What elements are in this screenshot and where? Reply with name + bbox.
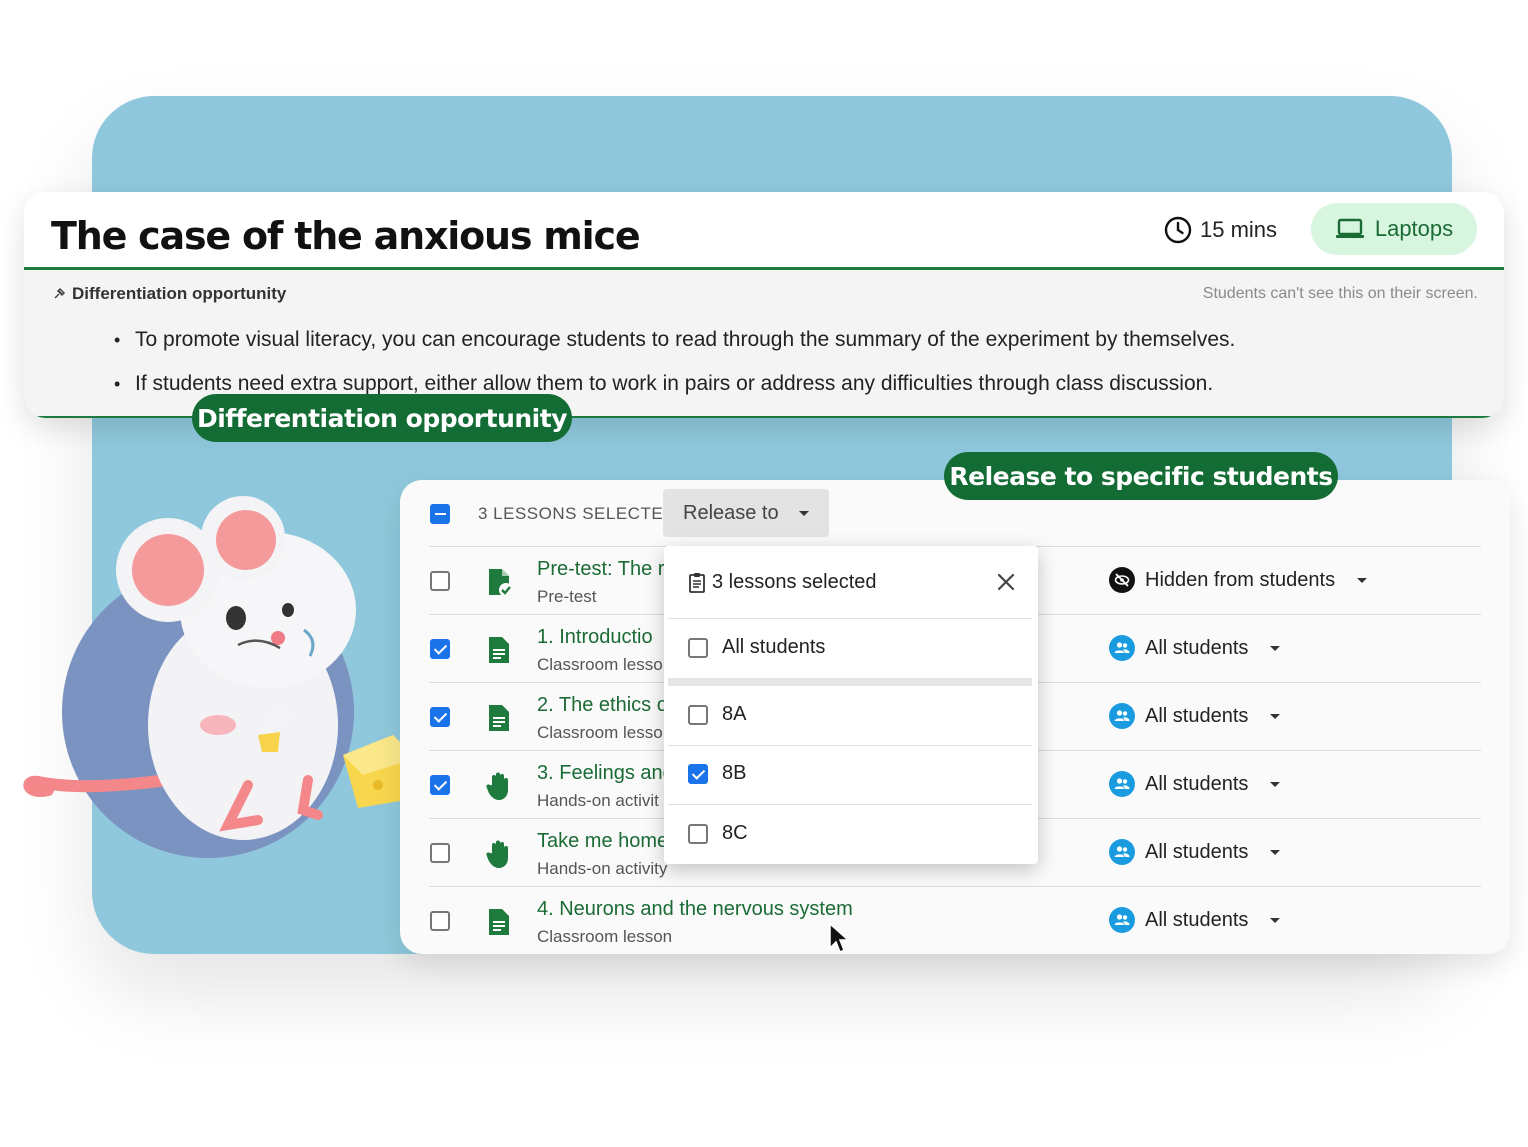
close-icon[interactable] — [996, 572, 1016, 592]
row-checkbox[interactable] — [430, 707, 450, 727]
visibility-label: Hidden from students — [1145, 568, 1336, 591]
visibility-label: All students — [1145, 840, 1249, 863]
differentiation-callout: Differentiation opportunity — [192, 394, 572, 442]
option-checkbox[interactable] — [688, 637, 708, 658]
caret-down-icon — [798, 510, 809, 516]
visibility-label: All students — [1145, 908, 1249, 931]
group-icon — [1109, 907, 1135, 933]
group-icon — [1109, 839, 1135, 865]
option-label: 8C — [722, 822, 748, 844]
option-checkbox[interactable] — [688, 763, 708, 784]
pin-icon — [54, 287, 66, 299]
duration: 15 mins — [1164, 212, 1277, 248]
differentiation-bullets: To promote visual literacy, you can enco… — [114, 318, 1235, 406]
lesson-title-link[interactable]: Pre-test: The r — [537, 558, 664, 581]
option-label: All students — [722, 636, 826, 658]
row-checkbox[interactable] — [430, 639, 450, 659]
row-checkbox[interactable] — [430, 571, 450, 591]
differentiation-heading-label: Differentiation opportunity — [72, 284, 287, 303]
divider — [668, 618, 1032, 619]
pretest-icon — [489, 569, 513, 597]
visibility-dropdown[interactable]: All students — [1109, 839, 1281, 865]
row-checkbox[interactable] — [430, 843, 450, 863]
option-label: 8B — [722, 762, 747, 784]
lesson-title-link[interactable]: 4. Neurons and the nervous system — [537, 898, 853, 921]
option-8c[interactable]: 8C — [688, 822, 748, 845]
release-callout: Release to specific students — [944, 452, 1338, 500]
bullet-item: To promote visual literacy, you can enco… — [114, 318, 1235, 362]
document-icon — [489, 909, 509, 935]
anxious-mouse-illustration — [23, 496, 416, 858]
visibility-dropdown[interactable]: Hidden from students — [1109, 567, 1368, 593]
caret-down-icon — [1357, 577, 1368, 583]
caret-down-icon — [1270, 713, 1281, 719]
document-icon — [489, 637, 509, 663]
clipboard-icon — [689, 572, 705, 593]
lesson-row[interactable]: 4. Neurons and the nervous system Classr… — [429, 886, 1481, 954]
lesson-type: Pre-test — [537, 587, 597, 606]
caret-down-icon — [1270, 645, 1281, 651]
group-icon — [1109, 703, 1135, 729]
clock-icon — [1164, 216, 1192, 244]
visibility-label: All students — [1145, 636, 1249, 659]
visibility-note: Students can't see this on their screen. — [1202, 285, 1478, 302]
divider — [668, 804, 1032, 805]
visibility-label: All students — [1145, 704, 1249, 727]
lesson-title: The case of the anxious mice — [51, 214, 641, 258]
dropdown-header: 3 lessons selected — [688, 571, 877, 594]
document-icon — [489, 705, 509, 731]
mouse-pointer-icon — [829, 922, 850, 954]
group-icon — [1109, 635, 1135, 661]
differentiation-heading: Differentiation opportunity — [52, 284, 286, 304]
section-separator — [668, 678, 1032, 686]
release-to-label: Release to — [683, 501, 779, 524]
visibility-dropdown[interactable]: All students — [1109, 635, 1281, 661]
lesson-title-link[interactable]: 3. Feelings and — [537, 762, 674, 785]
lesson-title-link[interactable]: 1. Introductio — [537, 626, 653, 649]
lesson-type: Hands-on activity — [537, 859, 668, 878]
divider — [668, 745, 1032, 746]
visibility-label: All students — [1145, 772, 1249, 795]
release-dropdown-menu: 3 lessons selected All students 8A 8B 8C — [664, 546, 1038, 864]
caret-down-icon — [1270, 849, 1281, 855]
lesson-type: Classroom lesso — [537, 655, 663, 674]
select-all-checkbox[interactable] — [430, 504, 450, 524]
visibility-dropdown[interactable]: All students — [1109, 703, 1281, 729]
visibility-dropdown[interactable]: All students — [1109, 907, 1281, 933]
lesson-title-link[interactable]: Take me home — [537, 830, 668, 853]
lesson-type: Hands-on activit — [537, 791, 659, 810]
lesson-header: The case of the anxious mice 15 mins Lap… — [24, 192, 1504, 270]
device-badge: Laptops — [1311, 203, 1477, 255]
option-checkbox[interactable] — [688, 704, 708, 725]
option-all-students[interactable]: All students — [688, 636, 825, 659]
device-label: Laptops — [1374, 216, 1454, 241]
lesson-type: Classroom lesson — [537, 927, 673, 946]
hidden-eye-icon — [1109, 567, 1135, 593]
laptop-icon — [1335, 218, 1364, 238]
row-checkbox[interactable] — [430, 775, 450, 795]
option-8b[interactable]: 8B — [688, 762, 746, 785]
option-label: 8A — [722, 703, 747, 725]
caret-down-icon — [1270, 917, 1281, 923]
dropdown-header-label: 3 lessons selected — [712, 571, 877, 593]
lesson-header-card: The case of the anxious mice 15 mins Lap… — [24, 192, 1504, 418]
release-to-button[interactable]: Release to — [663, 489, 829, 537]
caret-down-icon — [1270, 781, 1281, 787]
hand-icon — [486, 772, 508, 800]
visibility-dropdown[interactable]: All students — [1109, 771, 1281, 797]
group-icon — [1109, 771, 1135, 797]
option-checkbox[interactable] — [688, 823, 708, 844]
lesson-title-link[interactable]: 2. The ethics o — [537, 694, 668, 717]
lesson-type: Classroom lesso — [537, 723, 663, 742]
stage: The case of the anxious mice 15 mins Lap… — [0, 0, 1528, 1147]
row-checkbox[interactable] — [430, 911, 450, 931]
hand-icon — [486, 840, 508, 868]
selected-count: 3 LESSONS SELECTED — [478, 504, 676, 523]
duration-label: 15 mins — [1200, 217, 1278, 242]
option-8a[interactable]: 8A — [688, 703, 746, 726]
